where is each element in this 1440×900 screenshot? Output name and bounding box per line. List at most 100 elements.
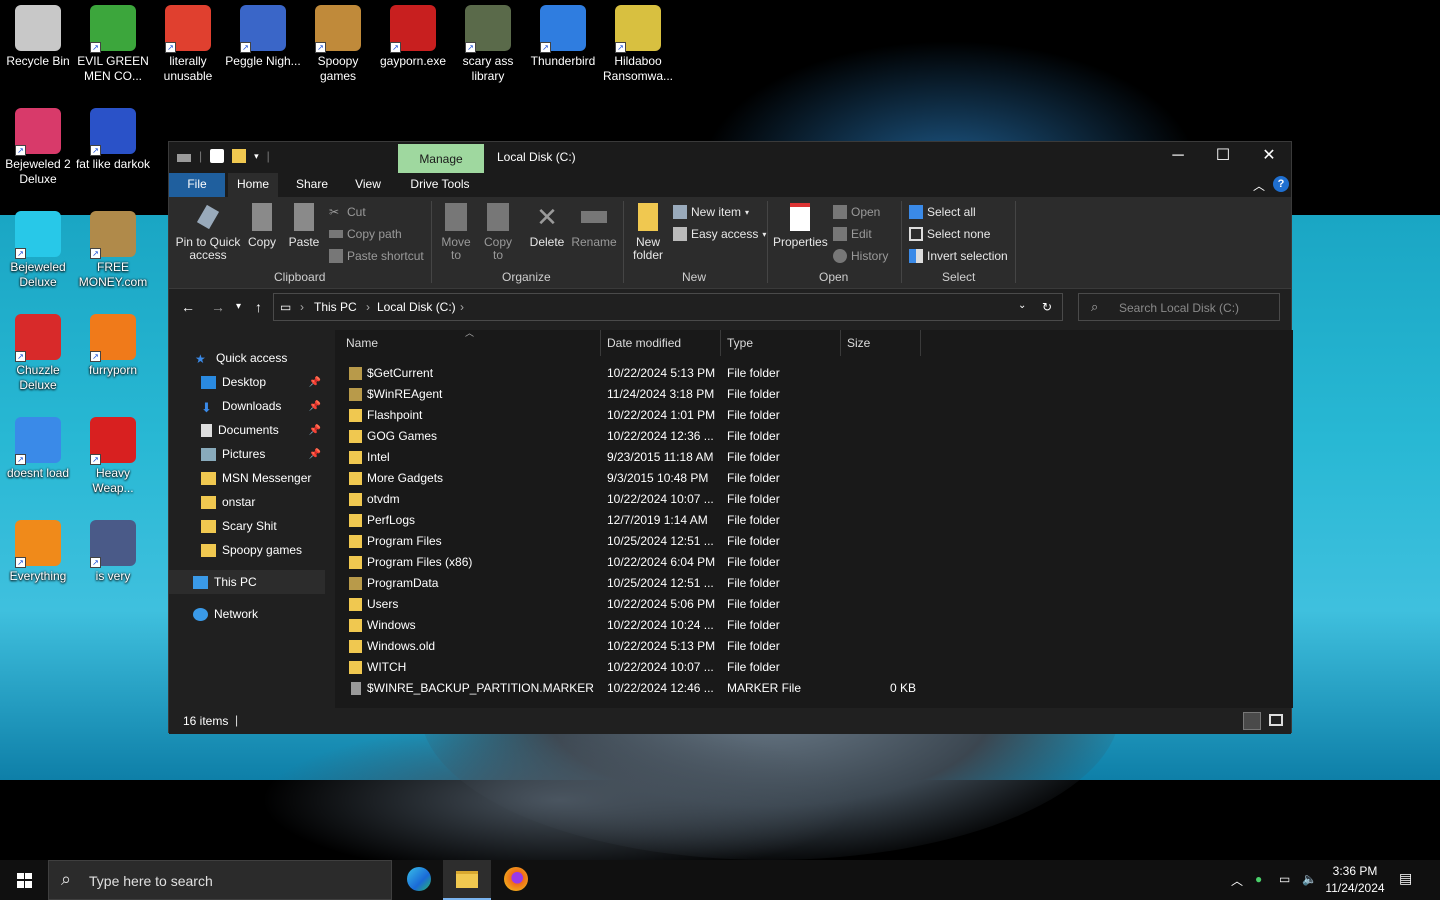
desktop-icon-item[interactable]: ↗ Thunderbird [525,5,601,69]
column-name[interactable]: Name [346,330,378,356]
maximize-button[interactable]: ☐ [1200,142,1246,172]
desktop-icon-item[interactable]: ↗ gayporn.exe [375,5,451,69]
breadcrumb-local-disk[interactable]: Local Disk (C:) [377,300,456,314]
address-bar[interactable]: ▭ › This PC › Local Disk (C:) › ⌄ ↻ [273,293,1063,321]
breadcrumb-this-pc[interactable]: This PC [314,300,357,314]
nav-downloads[interactable]: ⬇ Downloads 📌 [169,394,325,418]
copy-path-button[interactable]: Copy path [329,227,402,241]
desktop-icon-item[interactable]: ↗ literally unusable [150,5,226,84]
recent-locations-icon[interactable]: ▾ [236,301,241,312]
clock[interactable]: 3:36 PM 11/24/2024 [1322,863,1388,897]
table-row[interactable]: Program Files 10/25/2024 12:51 ... File fo… [335,531,1293,552]
up-arrow-icon[interactable]: ↑ [255,299,262,315]
invert-selection-button[interactable]: Invert selection [909,249,1008,263]
notifications-icon[interactable]: ▤ [1399,870,1412,887]
volume-icon[interactable]: 🔈 [1302,872,1317,886]
paste-button[interactable]: Paste [287,203,321,249]
desktop-icon-item[interactable]: ↗ is very [75,520,151,584]
desktop-icon-item[interactable]: ↗ Peggle Nigh... [225,5,301,69]
desktop-icon-item[interactable]: ↗ EVIL GREEN MEN CO... [75,5,151,84]
desktop-icon-item[interactable]: ↗ Heavy Weap... [75,417,151,496]
tab-file[interactable]: File [169,173,225,197]
details-view-icon[interactable] [1243,712,1261,730]
firefox-taskbar-button[interactable] [492,860,540,900]
select-none-button[interactable]: Select none [909,227,990,241]
nav-pictures[interactable]: Pictures 📌 [169,442,325,466]
show-hidden-icons-icon[interactable]: ︿ [1231,872,1243,889]
column-date-modified[interactable]: Date modified [607,330,681,356]
desktop-icon-item[interactable]: ↗ Chuzzle Deluxe [0,314,76,393]
file-explorer-taskbar-button[interactable] [443,860,491,900]
table-row[interactable]: GOG Games 10/22/2024 12:36 ... File folder [335,426,1293,447]
table-row[interactable]: WITCH 10/22/2024 10:07 ... File folder [335,657,1293,678]
nav-onstar[interactable]: onstar [169,490,325,514]
start-button[interactable] [0,860,48,900]
desktop-icon-item[interactable]: ↗ fat like darkok [75,108,151,172]
nav-desktop[interactable]: Desktop 📌 [169,370,325,394]
table-row[interactable]: $GetCurrent 10/22/2024 5:13 PM File folder [335,363,1293,384]
title-bar[interactable]: | ▾ | Manage Local Disk (C:) ─ ☐ ✕ [169,142,1291,173]
user-icon[interactable]: ● [1255,872,1262,886]
properties-button[interactable]: Properties [773,203,828,249]
close-button[interactable]: ✕ [1246,142,1292,172]
easy-access-button[interactable]: Easy access ▾ [673,227,766,241]
desktop-icon-item[interactable]: ↗ doesnt load [0,417,76,481]
edge-taskbar-button[interactable] [395,860,443,900]
desktop-icon-item[interactable]: Recycle Bin [0,5,76,69]
desktop-icon-item[interactable]: ↗ Spoopy games [300,5,376,84]
taskbar-search[interactable]: ⌕ Type here to search [48,860,392,900]
nav-spoopy-games[interactable]: Spoopy games [169,538,325,562]
file-list[interactable]: ︿ Name Date modified Type Size $GetCurre… [335,328,1293,708]
collapse-ribbon-icon[interactable]: ︿ [1253,177,1265,194]
tab-view[interactable]: View [345,173,391,197]
chevron-down-icon[interactable]: ⌄ [1018,300,1026,311]
history-button[interactable]: History [833,249,888,263]
refresh-icon[interactable]: ↻ [1042,300,1052,314]
new-item-button[interactable]: New item ▾ [673,205,749,219]
properties-check-icon[interactable] [210,149,225,163]
delete-button[interactable]: ✕ Delete [527,203,567,249]
minimize-button[interactable]: ─ [1155,142,1201,172]
table-row[interactable]: Users 10/22/2024 5:06 PM File folder [335,594,1293,615]
rename-button[interactable]: Rename [571,203,617,249]
new-folder-button[interactable]: New folder [629,203,667,262]
copy-button[interactable]: Copy [245,203,279,249]
nav-network[interactable]: Network [169,602,325,626]
tab-manage[interactable]: Manage [398,144,484,173]
cut-button[interactable]: ✂ Cut [329,205,366,219]
tab-home[interactable]: Home [228,173,278,197]
table-row[interactable]: Intel 9/23/2015 11:18 AM File folder [335,447,1293,468]
nav-quick-access[interactable]: ★ Quick access [169,346,325,370]
forward-arrow-icon[interactable]: → [211,299,225,315]
nav-documents[interactable]: Documents 📌 [169,418,325,442]
table-row[interactable]: PerfLogs 12/7/2019 1:14 AM File folder [335,510,1293,531]
desktop-icon-item[interactable]: ↗ FREE MONEY.com [75,211,151,290]
tab-drive-tools[interactable]: Drive Tools [403,173,477,197]
table-row[interactable]: More Gadgets 9/3/2015 10:48 PM File folder [335,468,1293,489]
desktop-icon-item[interactable]: ↗ Bejeweled 2 Deluxe [0,108,76,187]
select-all-button[interactable]: Select all [909,205,976,219]
table-row[interactable]: Windows 10/22/2024 10:24 ... File folder [335,615,1293,636]
back-arrow-icon[interactable]: ← [181,299,195,315]
open-button[interactable]: Open [833,205,880,219]
desktop-icon-item[interactable]: ↗ furryporn [75,314,151,378]
desktop-icon-item[interactable]: ↗ Bejeweled Deluxe [0,211,76,290]
move-to-button[interactable]: Move to [437,203,475,262]
table-row[interactable]: ProgramData 10/25/2024 12:51 ... File fold… [335,573,1293,594]
file-explorer-window[interactable]: | ▾ | Manage Local Disk (C:) ─ ☐ ✕ File … [168,141,1293,734]
paste-shortcut-button[interactable]: Paste shortcut [329,249,424,263]
network-icon[interactable]: ▭ [1279,872,1290,886]
pin-to-quick-access-button[interactable]: Pin to Quick access [175,203,241,262]
table-row[interactable]: Flashpoint 10/22/2024 1:01 PM File folder [335,405,1293,426]
table-row[interactable]: $WinREAgent 11/24/2024 3:18 PM File folder [335,384,1293,405]
desktop-icon-item[interactable]: ↗ Hildaboo Ransomwa... [600,5,676,84]
table-row[interactable]: Windows.old 10/22/2024 5:13 PM File folder [335,636,1293,657]
table-row[interactable]: Program Files (x86) 10/22/2024 6:04 PM Fil… [335,552,1293,573]
tab-share[interactable]: Share [289,173,335,197]
large-icons-view-icon[interactable] [1269,714,1283,726]
column-type[interactable]: Type [727,330,753,356]
nav-this-pc[interactable]: This PC [169,570,325,594]
desktop-icon-item[interactable]: ↗ scary ass library [450,5,526,84]
edit-button[interactable]: Edit [833,227,872,241]
chevron-down-icon[interactable]: ▾ [254,151,259,162]
